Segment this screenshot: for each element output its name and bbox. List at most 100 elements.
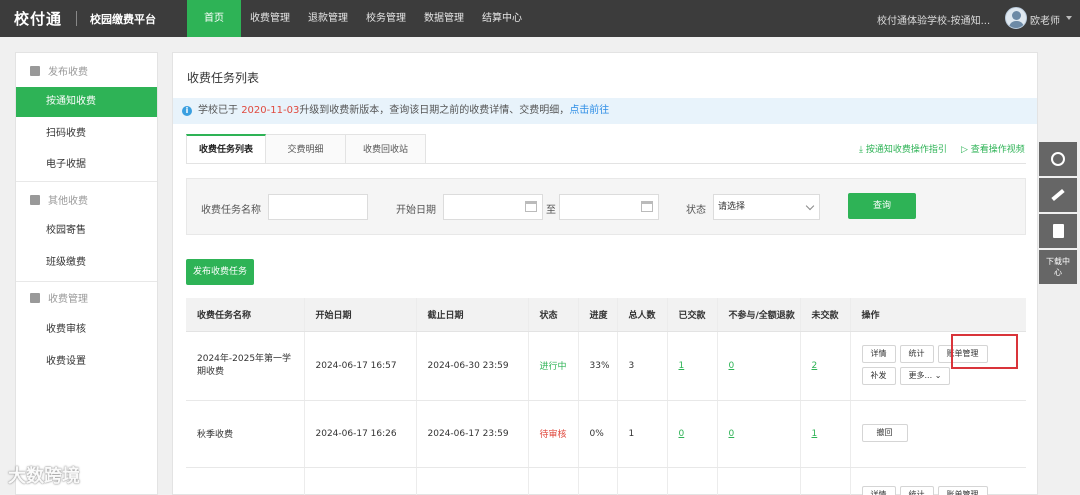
manual-button[interactable]	[1039, 214, 1077, 248]
tab-payment-details[interactable]: 交费明细	[266, 134, 346, 164]
logo-divider	[76, 11, 77, 26]
column-header: 截止日期	[416, 298, 529, 332]
unpaid-count	[800, 467, 851, 495]
more-dropdown[interactable]: 更多... ⌄	[899, 367, 951, 385]
column-header: 进度	[578, 298, 618, 332]
info-icon: i	[182, 106, 192, 116]
end-date	[416, 467, 529, 495]
sidebar-item-class-fee[interactable]: 班级缴费	[16, 248, 157, 278]
sidebar-group-other: 其他收费	[16, 191, 157, 213]
page-title: 收费任务列表	[187, 71, 260, 85]
row-actions: 撤回	[850, 400, 1026, 468]
play-icon: ▷	[961, 145, 968, 155]
edit-icon	[30, 66, 40, 76]
upgrade-notice: i 学校已于 2020-11-03升级到收费新版本，查询该日期之前的收费详情、交…	[173, 98, 1037, 124]
nav-refund-management[interactable]: 退款管理	[299, 0, 357, 37]
column-header: 操作	[850, 298, 1026, 332]
total-count: 3	[617, 331, 668, 401]
status-select[interactable]: 请选择	[713, 194, 820, 220]
column-header: 未交款	[800, 298, 851, 332]
refund-count-link[interactable]: 0	[729, 361, 735, 371]
table-row: 详情 统计 账单管理	[186, 467, 1026, 495]
sidebar-item-consignment[interactable]: 校园寄售	[16, 216, 157, 246]
school-selector[interactable]: 校付通体验学校-按通知...	[877, 12, 990, 27]
sidebar-item-qr-fee[interactable]: 扫码收费	[16, 119, 157, 149]
headset-icon	[1051, 152, 1065, 166]
sidebar-divider	[16, 281, 157, 282]
refund-count-link[interactable]: 0	[729, 429, 735, 439]
table-row: 秋季收费 2024-06-17 16:26 2024-06-17 23:59 待…	[186, 400, 1026, 468]
main-panel: 收费任务列表 i 学校已于 2020-11-03升级到收费新版本，查询该日期之前…	[172, 52, 1038, 495]
paid-count-link[interactable]: 1	[679, 361, 685, 371]
paid-count	[667, 467, 718, 495]
column-header: 不参与/全额退款	[717, 298, 801, 332]
calendar-icon[interactable]	[525, 201, 537, 212]
sidebar: 发布收费 按通知收费 扫码收费 电子收据 其他收费 校园寄售 班级缴费 收费管理…	[15, 52, 158, 495]
table-header-row: 收费任务名称 开始日期 截止日期 状态 进度 总人数 已交款 不参与/全额退款 …	[186, 298, 1026, 332]
right-float-bar: 下载中心	[1039, 142, 1077, 286]
to-label: 至	[546, 205, 556, 216]
download-icon: ⤓	[859, 145, 863, 155]
user-menu-caret-icon[interactable]	[1066, 16, 1072, 20]
app-logo[interactable]: 校付通	[14, 8, 62, 29]
nav-fee-management[interactable]: 收费管理	[241, 0, 299, 37]
column-header: 总人数	[617, 298, 668, 332]
unpaid-count-link[interactable]: 2	[812, 361, 818, 371]
column-header: 收费任务名称	[186, 298, 305, 332]
customer-service-button[interactable]	[1039, 142, 1077, 176]
start-date-input[interactable]	[443, 194, 543, 220]
main-nav: 首页 收费管理 退款管理 校务管理 数据管理 结算中心	[187, 0, 531, 37]
task-name	[186, 467, 305, 495]
progress: 0%	[578, 400, 618, 468]
status-badge: 进行中	[528, 331, 579, 401]
column-header: 已交款	[667, 298, 718, 332]
nav-home[interactable]: 首页	[187, 0, 241, 37]
tab-recycle-bin[interactable]: 收费回收站	[346, 134, 426, 164]
notice-link[interactable]: 点击前往	[569, 105, 609, 116]
row-actions: 详情 统计 账单管理	[850, 467, 1026, 495]
guide-link[interactable]: ⤓ 按通知收费操作指引	[859, 142, 947, 155]
paid-count-link[interactable]: 0	[679, 429, 685, 439]
task-name: 2024年-2025年第一学期收费	[186, 331, 305, 401]
sidebar-item-e-receipt[interactable]: 电子收据	[16, 150, 157, 180]
sidebar-divider	[16, 181, 157, 182]
stats-button[interactable]: 统计	[899, 345, 934, 363]
platform-title: 校园缴费平台	[90, 13, 156, 26]
feedback-button[interactable]	[1039, 178, 1077, 212]
end-date-input[interactable]	[559, 194, 659, 220]
start-date-label: 开始日期	[396, 205, 436, 216]
start-date: 2024-06-17 16:57	[304, 331, 417, 401]
details-button[interactable]: 详情	[861, 345, 896, 363]
fee-task-table: 收费任务名称 开始日期 截止日期 状态 进度 总人数 已交款 不参与/全额退款 …	[186, 298, 1026, 495]
task-name-input[interactable]	[268, 194, 368, 220]
tab-bar: 收费任务列表 交费明细 收费回收站	[186, 134, 426, 164]
nav-data-management[interactable]: 数据管理	[415, 0, 473, 37]
details-button[interactable]: 详情	[861, 486, 896, 495]
sidebar-item-fee-review[interactable]: 收费审核	[16, 315, 157, 345]
avatar[interactable]	[1005, 7, 1027, 29]
start-date: 2024-06-17 16:26	[304, 400, 417, 468]
video-link[interactable]: ▷ 查看操作视频	[961, 142, 1025, 155]
download-center-button[interactable]: 下载中心	[1039, 250, 1077, 284]
sidebar-item-notice-fee[interactable]: 按通知收费	[16, 87, 157, 117]
stats-button[interactable]: 统计	[899, 486, 934, 495]
nav-settlement-center[interactable]: 结算中心	[473, 0, 531, 37]
total-count: 1	[617, 400, 668, 468]
user-name[interactable]: 欧老师	[1030, 12, 1060, 27]
sidebar-item-fee-settings[interactable]: 收费设置	[16, 347, 157, 377]
task-name-label: 收费任务名称	[201, 205, 261, 216]
sidebar-group-publish: 发布收费	[16, 62, 157, 84]
publish-task-button[interactable]: 发布收费任务	[186, 259, 254, 285]
bill-management-button[interactable]: 账单管理	[937, 486, 988, 495]
resend-button[interactable]: 补发	[861, 367, 896, 385]
sidebar-group-manage: 收费管理	[16, 289, 157, 311]
withdraw-button[interactable]: 撤回	[861, 424, 908, 442]
unpaid-count-link[interactable]: 1	[812, 429, 818, 439]
tab-fee-task-list[interactable]: 收费任务列表	[186, 134, 266, 164]
calendar-icon[interactable]	[641, 201, 653, 212]
highlight-box	[951, 334, 1018, 369]
watermark-logo: 大数跨境	[8, 466, 80, 487]
query-button[interactable]: 查询	[848, 193, 916, 219]
refund-count	[717, 467, 801, 495]
nav-school-affairs[interactable]: 校务管理	[357, 0, 415, 37]
